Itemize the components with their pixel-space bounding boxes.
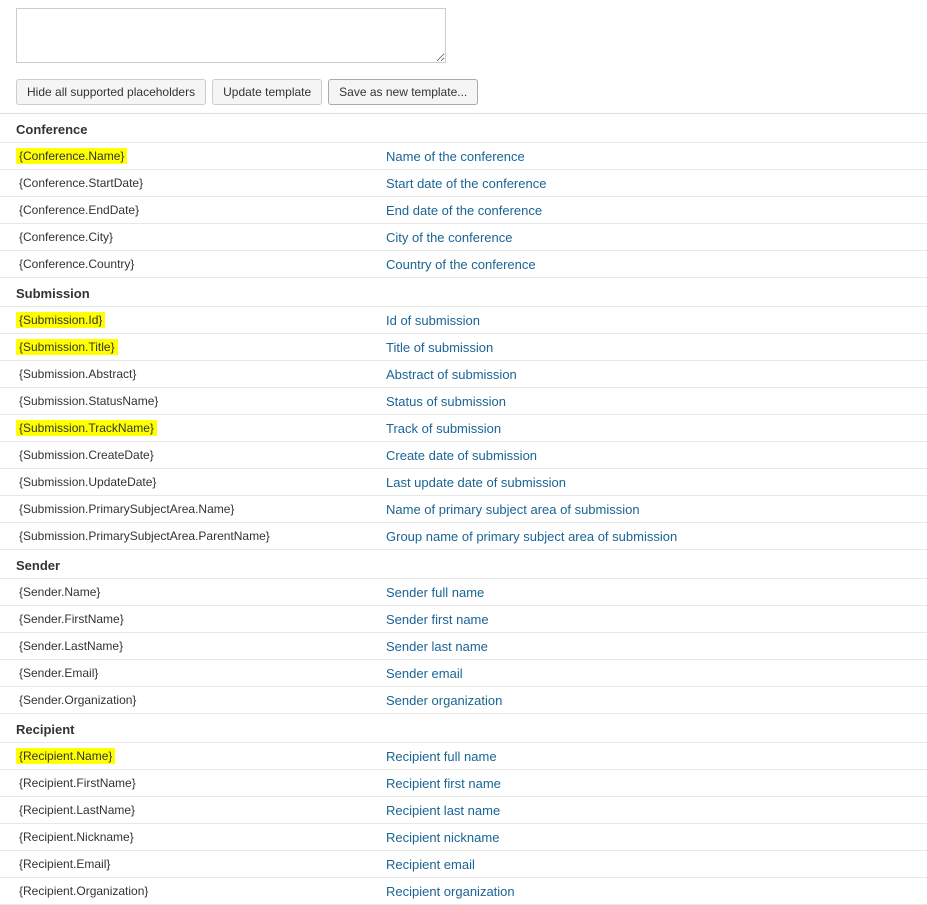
placeholder-description: Sender first name bbox=[370, 606, 927, 633]
placeholder-tag[interactable]: {Submission.Id} bbox=[16, 312, 105, 328]
table-row: {Submission.Abstract} Abstract of submiss… bbox=[0, 361, 927, 388]
placeholder-description: Name of the conference bbox=[370, 143, 927, 170]
placeholder-description: Group name of primary subject area of su… bbox=[370, 523, 927, 550]
table-row: {Recipient.Email} Recipient email bbox=[0, 851, 927, 878]
placeholder-tag[interactable]: {Submission.TrackName} bbox=[16, 420, 157, 436]
placeholder-description: Last update date of submission bbox=[370, 469, 927, 496]
placeholder-description: Recipient email bbox=[370, 851, 927, 878]
section-header-sender: Sender bbox=[0, 550, 927, 579]
placeholder-tag[interactable]: {Sender.Name} bbox=[16, 584, 103, 600]
placeholder-tag[interactable]: {Sender.FirstName} bbox=[16, 611, 127, 627]
placeholder-tag[interactable]: {Conference.Country} bbox=[16, 256, 137, 272]
placeholder-tag[interactable]: {Recipient.FirstName} bbox=[16, 775, 139, 791]
placeholder-description: Recipient first name bbox=[370, 770, 927, 797]
table-row: {Submission.Id} Id of submission bbox=[0, 307, 927, 334]
placeholder-description: Sender organization bbox=[370, 687, 927, 714]
placeholder-description: Recipient last name bbox=[370, 797, 927, 824]
placeholder-description: Name of primary subject area of submissi… bbox=[370, 496, 927, 523]
placeholder-tag[interactable]: {Sender.Organization} bbox=[16, 692, 139, 708]
placeholder-tag[interactable]: {Recipient.Organization} bbox=[16, 883, 151, 899]
section-header-submission: Submission bbox=[0, 278, 927, 307]
placeholder-tag[interactable]: {Submission.StatusName} bbox=[16, 393, 161, 409]
table-row: {Submission.UpdateDate} Last update date … bbox=[0, 469, 927, 496]
table-row: {Recipient.Nickname} Recipient nickname bbox=[0, 824, 927, 851]
table-row: {Sender.FirstName} Sender first name bbox=[0, 606, 927, 633]
placeholders-table: Conference {Conference.Name} Name of the c… bbox=[0, 114, 927, 905]
placeholder-description: Sender last name bbox=[370, 633, 927, 660]
placeholder-description: Recipient nickname bbox=[370, 824, 927, 851]
placeholder-description: Id of submission bbox=[370, 307, 927, 334]
table-row: {Recipient.FirstName} Recipient first nam… bbox=[0, 770, 927, 797]
placeholder-tag[interactable]: {Submission.PrimarySubjectArea.Name} bbox=[16, 501, 237, 517]
table-row: {Submission.Title} Title of submission bbox=[0, 334, 927, 361]
placeholder-description: Sender full name bbox=[370, 579, 927, 606]
placeholder-tag[interactable]: {Sender.LastName} bbox=[16, 638, 126, 654]
placeholder-description: Sender email bbox=[370, 660, 927, 687]
table-row: {Recipient.Name} Recipient full name bbox=[0, 743, 927, 770]
table-row: {Conference.StartDate} Start date of the … bbox=[0, 170, 927, 197]
toolbar: Hide all supported placeholders Update t… bbox=[0, 71, 927, 114]
placeholder-tag[interactable]: {Submission.Title} bbox=[16, 339, 118, 355]
placeholder-tag[interactable]: {Submission.CreateDate} bbox=[16, 447, 157, 463]
table-row: {Submission.PrimarySubjectArea.Name} Name… bbox=[0, 496, 927, 523]
table-row: {Sender.Name} Sender full name bbox=[0, 579, 927, 606]
placeholder-tag[interactable]: {Sender.Email} bbox=[16, 665, 101, 681]
placeholder-tag[interactable]: {Conference.EndDate} bbox=[16, 202, 142, 218]
table-row: {Conference.Country} Country of the confe… bbox=[0, 251, 927, 278]
table-row: {Conference.Name} Name of the conference bbox=[0, 143, 927, 170]
placeholder-description: Start date of the conference bbox=[370, 170, 927, 197]
placeholder-tag[interactable]: {Submission.PrimarySubjectArea.ParentNam… bbox=[16, 528, 273, 544]
table-row: {Sender.Email} Sender email bbox=[0, 660, 927, 687]
placeholder-tag[interactable]: {Conference.StartDate} bbox=[16, 175, 146, 191]
template-textarea[interactable] bbox=[16, 8, 446, 63]
placeholder-description: Track of submission bbox=[370, 415, 927, 442]
placeholder-tag[interactable]: {Recipient.Name} bbox=[16, 748, 115, 764]
placeholder-tag[interactable]: {Submission.UpdateDate} bbox=[16, 474, 159, 490]
update-template-button[interactable]: Update template bbox=[212, 79, 322, 105]
save-new-template-button[interactable]: Save as new template... bbox=[328, 79, 478, 105]
placeholder-description: Title of submission bbox=[370, 334, 927, 361]
table-row: {Recipient.Organization} Recipient organi… bbox=[0, 878, 927, 905]
placeholder-description: End date of the conference bbox=[370, 197, 927, 224]
placeholder-description: Status of submission bbox=[370, 388, 927, 415]
table-row: {Submission.CreateDate} Create date of su… bbox=[0, 442, 927, 469]
placeholder-description: Abstract of submission bbox=[370, 361, 927, 388]
table-row: {Conference.City} City of the conference bbox=[0, 224, 927, 251]
table-row: {Sender.Organization} Sender organization bbox=[0, 687, 927, 714]
placeholder-tag[interactable]: {Recipient.LastName} bbox=[16, 802, 138, 818]
placeholder-description: Create date of submission bbox=[370, 442, 927, 469]
table-row: {Submission.PrimarySubjectArea.ParentNam… bbox=[0, 523, 927, 550]
placeholder-tag[interactable]: {Conference.City} bbox=[16, 229, 116, 245]
placeholder-tag[interactable]: {Conference.Name} bbox=[16, 148, 127, 164]
placeholder-tag[interactable]: {Recipient.Nickname} bbox=[16, 829, 137, 845]
placeholder-tag[interactable]: {Submission.Abstract} bbox=[16, 366, 139, 382]
table-row: {Submission.StatusName} Status of submiss… bbox=[0, 388, 927, 415]
placeholder-description: City of the conference bbox=[370, 224, 927, 251]
table-row: {Sender.LastName} Sender last name bbox=[0, 633, 927, 660]
section-header-conference: Conference bbox=[0, 114, 927, 143]
table-row: {Submission.TrackName} Track of submissio… bbox=[0, 415, 927, 442]
section-header-recipient: Recipient bbox=[0, 714, 927, 743]
placeholder-tag[interactable]: {Recipient.Email} bbox=[16, 856, 113, 872]
hide-placeholders-button[interactable]: Hide all supported placeholders bbox=[16, 79, 206, 105]
placeholder-description: Recipient full name bbox=[370, 743, 927, 770]
placeholder-description: Recipient organization bbox=[370, 878, 927, 905]
table-row: {Recipient.LastName} Recipient last name bbox=[0, 797, 927, 824]
placeholder-description: Country of the conference bbox=[370, 251, 927, 278]
table-row: {Conference.EndDate} End date of the conf… bbox=[0, 197, 927, 224]
